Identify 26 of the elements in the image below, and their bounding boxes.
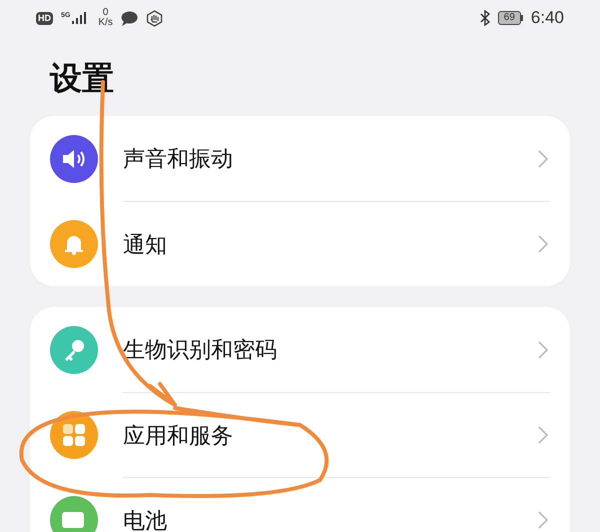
network-speed-unit: K/s xyxy=(98,18,113,28)
message-icon xyxy=(120,10,138,26)
battery-icon xyxy=(61,510,87,530)
item-label: 通知 xyxy=(123,230,167,258)
hd-badge: HD xyxy=(36,12,53,24)
chevron-icon xyxy=(538,235,548,253)
settings-item[interactable]: 应用和服务 xyxy=(123,392,550,477)
status-time: 6:40 xyxy=(530,7,564,30)
chevron-icon xyxy=(538,150,548,168)
bluetooth-icon xyxy=(480,10,490,26)
item-label: 生物识别和密码 xyxy=(123,336,277,364)
settings-item[interactable]: 电池 xyxy=(123,477,550,532)
item-label: 应用和服务 xyxy=(123,422,233,450)
battery-indicator: 69 xyxy=(498,11,521,25)
hand-icon xyxy=(146,10,163,26)
settings-item[interactable]: 声音和振动 xyxy=(50,116,550,201)
chevron-icon xyxy=(538,511,548,529)
item-label: 电池 xyxy=(123,506,167,532)
settings-item[interactable]: 通知 xyxy=(123,201,550,286)
speaker-icon xyxy=(61,148,87,170)
apps-grid-icon xyxy=(62,423,86,447)
item-label: 声音和振动 xyxy=(123,145,233,173)
network-speed-value: 0 xyxy=(102,8,108,18)
settings-item[interactable]: 生物识别和密码 xyxy=(50,307,550,392)
chevron-icon xyxy=(538,340,548,358)
chevron-icon xyxy=(538,426,548,444)
